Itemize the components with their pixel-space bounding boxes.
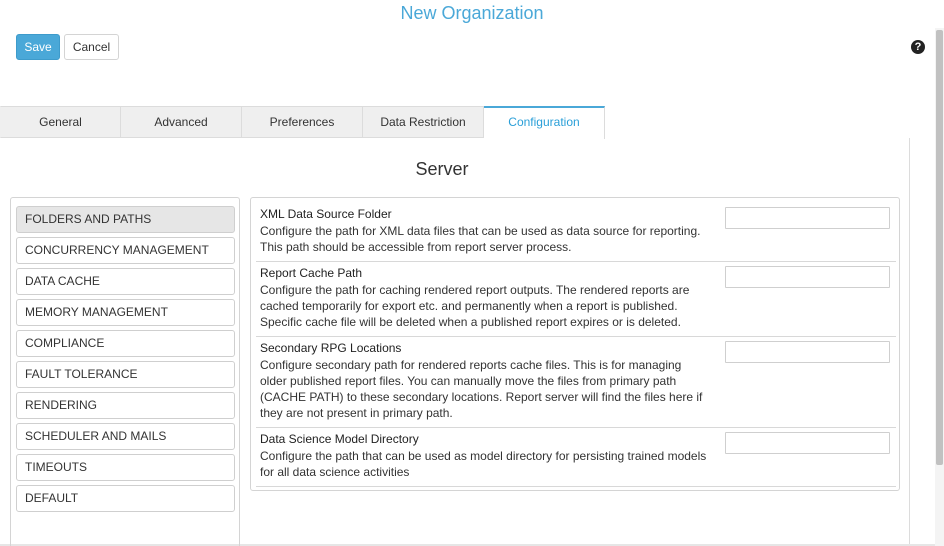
setting-row-xml-data-source-folder: XML Data Source Folder Configure the pat… [256,203,896,262]
sidebar-item-fault-tolerance[interactable]: FAULT TOLERANCE [16,361,235,388]
tab-advanced[interactable]: Advanced [121,106,242,138]
section-title: Server [415,159,469,179]
sidebar: FOLDERS AND PATHS CONCURRENCY MANAGEMENT… [10,197,240,546]
report-cache-path-input[interactable] [725,266,890,288]
tab-data-restriction[interactable]: Data Restriction [363,106,484,138]
tab-configuration[interactable]: Configuration [484,106,605,139]
setting-description: Configure the path for XML data files th… [260,224,701,254]
tab-bar: General Advanced Preferences Data Restri… [0,106,605,139]
cancel-button[interactable]: Cancel [64,34,119,60]
tab-preferences[interactable]: Preferences [242,106,363,138]
xml-data-source-folder-input[interactable] [725,207,890,229]
scrollbar-thumb[interactable] [936,30,943,465]
tab-general[interactable]: General [0,106,121,138]
sidebar-item-memory-management[interactable]: MEMORY MANAGEMENT [16,299,235,326]
sidebar-item-timeouts[interactable]: TIMEOUTS [16,454,235,481]
sidebar-item-scheduler-and-mails[interactable]: SCHEDULER AND MAILS [16,423,235,450]
save-button[interactable]: Save [16,34,60,60]
setting-label: XML Data Source Folder [260,207,392,221]
setting-description: Configure the path for caching rendered … [260,283,690,329]
setting-description: Configure secondary path for rendered re… [260,358,703,420]
setting-label: Report Cache Path [260,266,363,280]
page-title: New Organization [400,3,544,23]
data-science-model-directory-input[interactable] [725,432,890,454]
panel-divider [909,138,910,546]
setting-label: Data Science Model Directory [260,432,419,446]
setting-row-secondary-rpg-locations: Secondary RPG Locations Configure second… [256,337,896,428]
sidebar-item-compliance[interactable]: COMPLIANCE [16,330,235,357]
sidebar-item-default[interactable]: DEFAULT [16,485,235,512]
sidebar-item-folders-and-paths[interactable]: FOLDERS AND PATHS [16,206,235,233]
sidebar-item-rendering[interactable]: RENDERING [16,392,235,419]
setting-label: Secondary RPG Locations [260,341,402,355]
settings-panel: XML Data Source Folder Configure the pat… [250,197,900,491]
help-icon[interactable]: ? [911,40,925,54]
setting-row-data-science-model-directory: Data Science Model Directory Configure t… [256,428,896,487]
sidebar-item-concurrency-management[interactable]: CONCURRENCY MANAGEMENT [16,237,235,264]
setting-row-report-cache-path: Report Cache Path Configure the path for… [256,262,896,337]
sidebar-item-data-cache[interactable]: DATA CACHE [16,268,235,295]
secondary-rpg-locations-input[interactable] [725,341,890,363]
setting-description: Configure the path that can be used as m… [260,449,707,479]
